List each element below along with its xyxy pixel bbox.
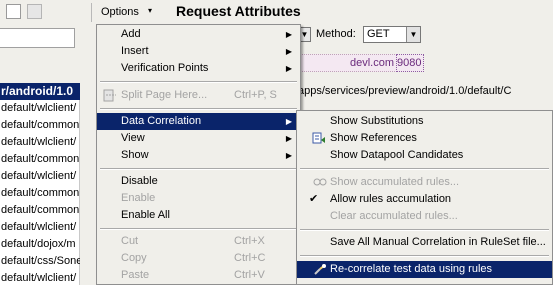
menu-item-show-references[interactable]: Show References [297, 130, 552, 147]
list-item[interactable]: default/common [0, 202, 80, 219]
chevron-down-icon[interactable]: ▼ [406, 27, 420, 42]
menu-item-recorrelate-test-data[interactable]: Re-correlate test data using rules [297, 261, 552, 278]
toolbar: Options ▾ Request Attributes [0, 0, 553, 24]
menu-item-label: Re-correlate test data using rules [330, 263, 493, 275]
request-list[interactable]: r/android/1.0 default/wlclient/ default/… [0, 83, 80, 285]
split-page-icon [103, 89, 116, 102]
menu-item-label: Show Datapool Candidates [330, 149, 464, 161]
menu-item-label: Allow rules accumulation [330, 193, 452, 205]
menu-item-shortcut: Ctrl+P, S [234, 89, 277, 101]
options-button[interactable]: Options [101, 6, 139, 18]
menu-item-shortcut: Ctrl+V [234, 269, 265, 281]
list-item[interactable]: default/wlclient/ [0, 100, 80, 117]
menu-item-cut[interactable]: Cut Ctrl+X [97, 233, 300, 250]
list-item[interactable]: default/common [0, 151, 80, 168]
menu-item-show-datapool-candidates[interactable]: Show Datapool Candidates [297, 147, 552, 164]
list-item[interactable]: default/wlclient/ [0, 219, 80, 236]
menu-item-save-all-manual-correlation[interactable]: Save All Manual Correlation in RuleSet f… [297, 234, 552, 251]
list-item[interactable]: default/wlclient/ [0, 168, 80, 185]
submenu-arrow-icon: ▶ [285, 151, 292, 160]
menu-item-show-substitutions[interactable]: Show Substitutions [297, 113, 552, 130]
menu-separator [300, 229, 549, 231]
list-item[interactable]: default/css/Sone [0, 253, 80, 270]
menu-item-view[interactable]: View ▶ [97, 130, 300, 147]
submenu-arrow-icon: ▶ [285, 30, 292, 39]
submenu-arrow-icon: ▶ [285, 117, 292, 126]
menu-item-enable-all[interactable]: Enable All [97, 207, 300, 224]
menu-item-label: Show Substitutions [330, 115, 424, 127]
menu-item-label: Show accumulated rules... [330, 176, 460, 188]
menu-separator [100, 168, 297, 170]
menu-item-split-page[interactable]: Split Page Here... Ctrl+P, S [97, 87, 300, 104]
edit-icon[interactable] [27, 4, 42, 19]
menu-item-insert[interactable]: Insert ▶ [97, 43, 300, 60]
menu-item-label: Insert [121, 45, 149, 57]
menu-item-label: View [121, 132, 145, 144]
menu-item-label: Enable [121, 192, 156, 204]
options-menu: Add ▶ Insert ▶ Verification Points ▶ Spl… [96, 24, 301, 285]
menu-item-label: Cut [121, 235, 139, 247]
menu-item-copy[interactable]: Copy Ctrl+C [97, 250, 300, 267]
list-item[interactable]: default/wlclient/ [0, 134, 80, 151]
menu-item-allow-rules-accumulation[interactable]: ✔ Allow rules accumulation [297, 191, 552, 208]
accumulated-rules-icon [313, 178, 327, 186]
menu-item-label: Clear accumulated rules... [330, 210, 458, 222]
menu-item-label: Verification Points [121, 62, 209, 74]
menu-item-paste[interactable]: Paste Ctrl+V [97, 267, 300, 284]
menu-item-shortcut: Ctrl+X [234, 235, 265, 247]
menu-item-label: Paste [121, 269, 150, 281]
menu-separator [100, 81, 297, 83]
menu-item-label: Data Correlation [121, 115, 202, 127]
menu-item-label: Add [121, 28, 141, 40]
method-select[interactable]: GET ▼ [363, 26, 421, 43]
port-value: 9080 [397, 57, 422, 69]
host-value: devl.com [350, 57, 395, 69]
method-value: GET [367, 28, 390, 40]
menu-item-label: Save All Manual Correlation in RuleSet f… [330, 236, 546, 248]
request-attributes-title: Request Attributes [176, 3, 301, 19]
references-icon [312, 132, 325, 144]
menu-item-clear-accumulated-rules[interactable]: Clear accumulated rules... [297, 208, 552, 225]
menu-separator [300, 168, 549, 170]
list-item[interactable]: default/wlclient/ [0, 270, 80, 285]
menu-item-label: Disable [121, 175, 158, 187]
menu-separator [100, 108, 297, 110]
menu-item-add[interactable]: Add ▶ [97, 26, 300, 43]
menu-item-enable[interactable]: Enable [97, 190, 300, 207]
menu-item-show[interactable]: Show ▶ [97, 147, 300, 164]
menu-item-data-correlation[interactable]: Data Correlation ▶ [97, 113, 300, 130]
submenu-arrow-icon: ▶ [285, 134, 292, 143]
options-dropdown-icon[interactable]: ▾ [148, 6, 152, 15]
recorrelate-icon [314, 264, 326, 275]
submenu-arrow-icon: ▶ [285, 47, 292, 56]
page-icon[interactable] [6, 4, 21, 19]
left-input-field[interactable] [0, 28, 75, 48]
menu-item-label: Enable All [121, 209, 170, 221]
list-item[interactable]: default/common [0, 117, 80, 134]
list-item[interactable]: default/dojox/m [0, 236, 80, 253]
list-item[interactable]: r/android/1.0 [0, 83, 80, 100]
menu-separator [100, 228, 297, 230]
method-label: Method: [316, 28, 356, 40]
menu-item-label: Show [121, 149, 149, 161]
menu-item-label: Show References [330, 132, 417, 144]
menu-separator [300, 255, 549, 257]
menu-item-verification-points[interactable]: Verification Points ▶ [97, 60, 300, 77]
checkmark-icon: ✔ [309, 193, 319, 205]
list-item[interactable]: default/common [0, 185, 80, 202]
menu-item-show-accumulated-rules[interactable]: Show accumulated rules... [297, 174, 552, 191]
submenu-arrow-icon: ▶ [285, 64, 292, 73]
menu-item-disable[interactable]: Disable [97, 173, 300, 190]
url-path: apps/services/preview/android/1.0/defaul… [298, 85, 512, 97]
toolbar-separator [91, 3, 92, 22]
menu-item-label: Copy [121, 252, 147, 264]
menu-item-shortcut: Ctrl+C [234, 252, 266, 264]
menu-item-label: Split Page Here... [121, 89, 208, 101]
data-correlation-submenu: Show Substitutions Show References Show … [296, 110, 553, 285]
